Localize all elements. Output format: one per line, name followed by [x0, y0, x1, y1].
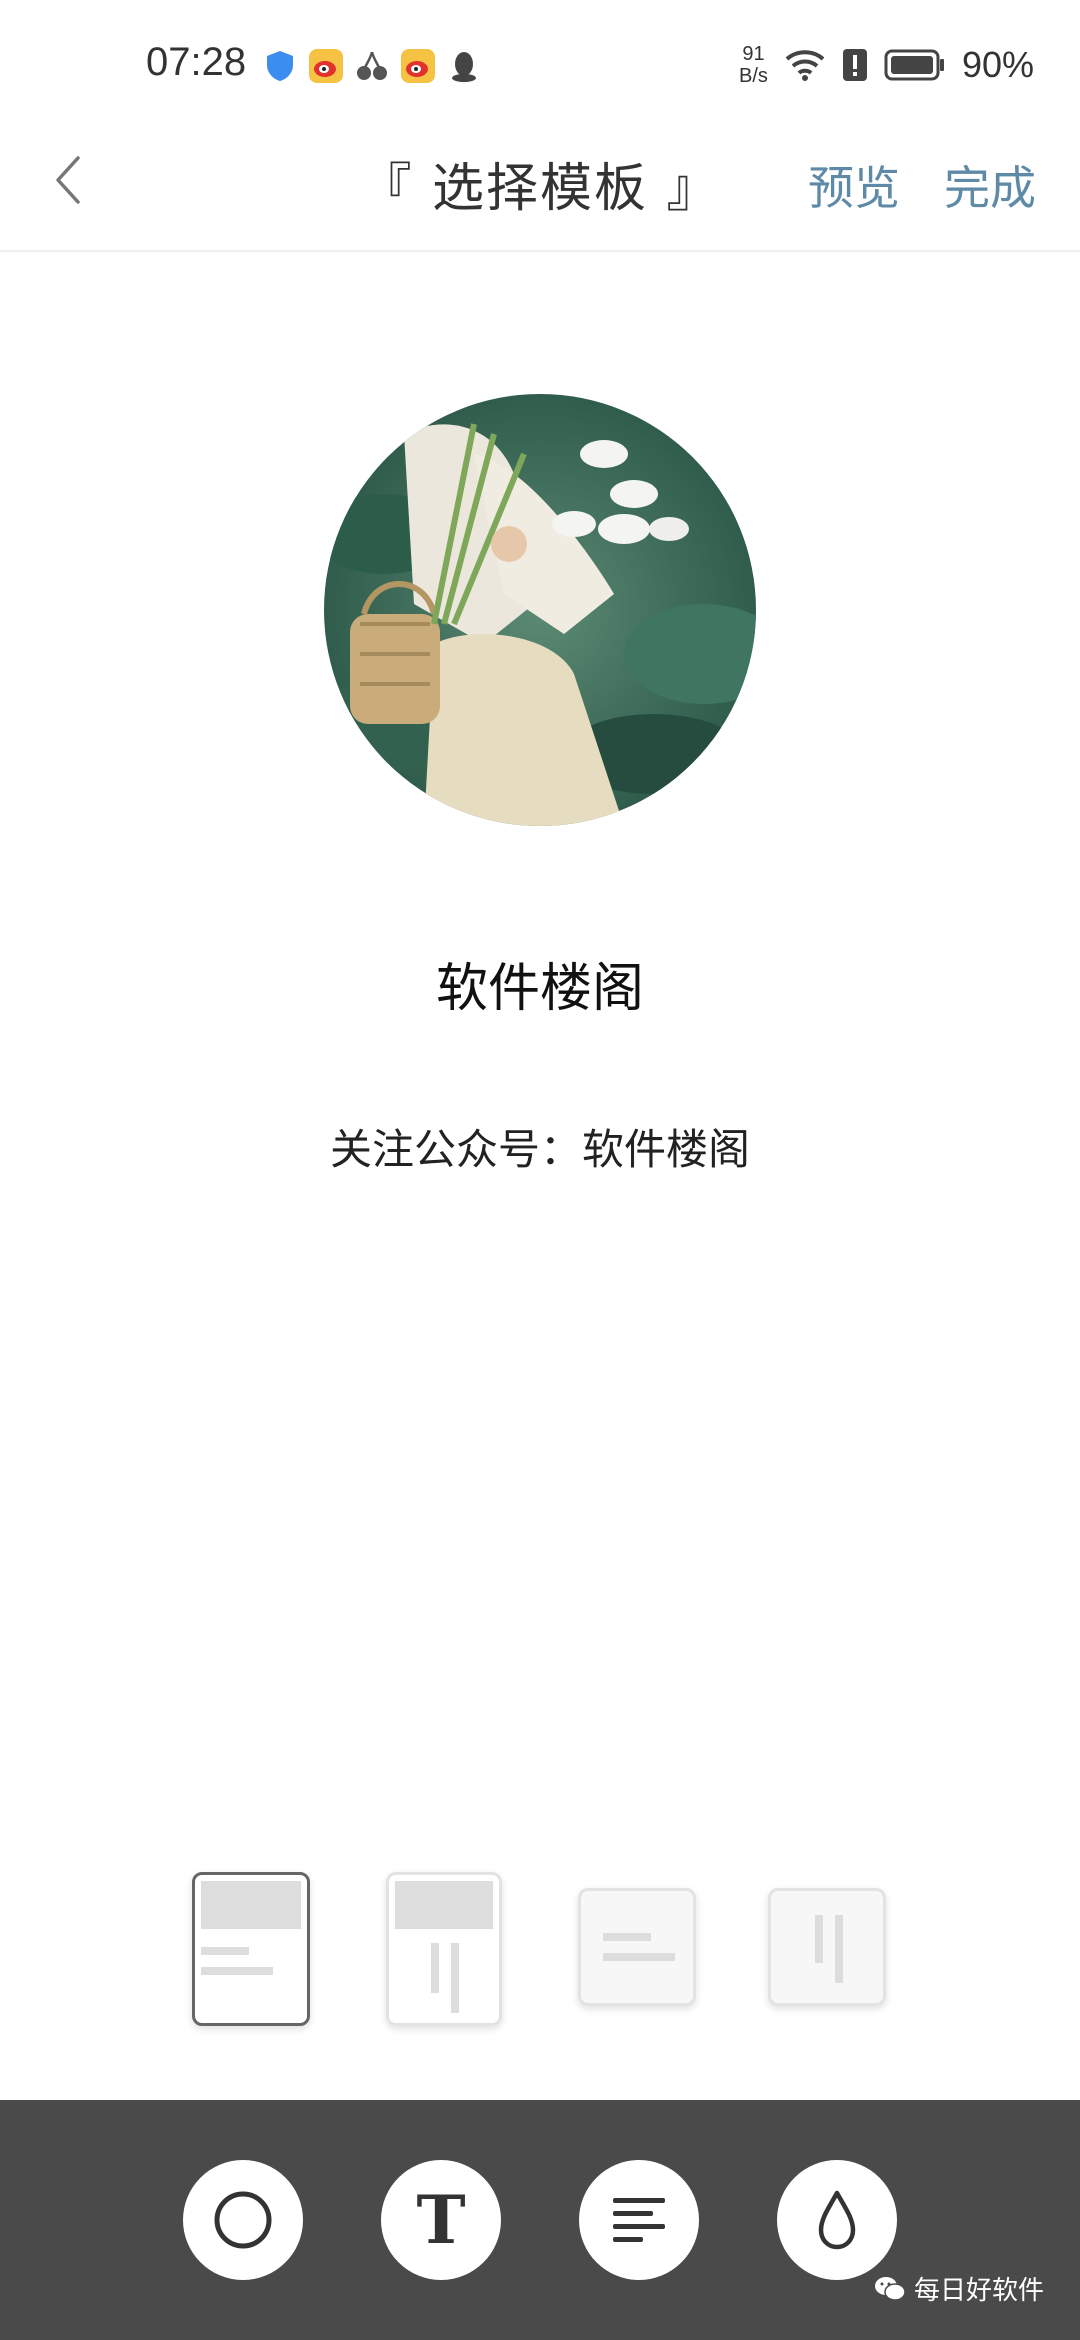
screen: 07:28 91 B/s 90% 『 选择模板 』 预览 完成 软件楼阁 关注公… — [0, 0, 1080, 2340]
template-option-2[interactable] — [386, 1872, 502, 2026]
watermark-text: 每日好软件 — [913, 2276, 1044, 2306]
template-preview-line — [835, 1915, 843, 1983]
profile-name[interactable]: 软件楼阁 — [0, 946, 1080, 1021]
notification-icons — [262, 46, 482, 86]
circle-shape-icon — [214, 2191, 272, 2249]
network-speed-value: 91 — [742, 43, 765, 65]
template-preview-line — [201, 1967, 273, 1975]
status-right: 91 B/s 90% — [739, 40, 1034, 90]
color-tool-button[interactable] — [777, 2160, 897, 2280]
text-style-icon: T — [416, 2181, 466, 2259]
network-speed-unit: B/s — [739, 65, 768, 87]
weibo-icon — [401, 49, 435, 83]
template-preview-block — [395, 1881, 493, 1929]
avatar[interactable] — [324, 394, 756, 826]
status-time: 07:28 — [146, 40, 247, 84]
align-left-icon — [613, 2198, 665, 2242]
page-title: 『 选择模板 』 — [359, 159, 721, 219]
shape-tool-button[interactable] — [183, 2160, 303, 2280]
done-button[interactable]: 完成 — [944, 152, 1036, 218]
battery-percentage: 90% — [961, 44, 1034, 85]
text-style-button[interactable]: T — [381, 2160, 501, 2280]
template-option-4[interactable] — [768, 1888, 886, 2006]
wifi-icon — [785, 50, 825, 81]
watermark: 每日好软件 — [874, 2270, 1044, 2307]
template-preview-line — [201, 1947, 249, 1955]
template-preview-line — [451, 1943, 459, 2013]
template-preview-line — [603, 1933, 651, 1941]
profile-subtitle[interactable]: 关注公众号：软件楼阁 — [0, 1116, 1080, 1177]
color-drop-icon — [818, 2190, 856, 2250]
cherry-icon — [357, 51, 387, 80]
avatar-image — [324, 394, 756, 826]
status-bar: 07:28 91 B/s 90% — [0, 0, 1080, 120]
network-speed: 91 B/s — [739, 43, 768, 87]
template-option-1[interactable] — [192, 1872, 310, 2026]
battery-icon — [884, 49, 944, 81]
preview-button[interactable]: 预览 — [808, 152, 900, 218]
qq-icon — [452, 52, 476, 82]
template-preview-block — [201, 1881, 301, 1929]
align-tool-button[interactable] — [579, 2160, 699, 2280]
template-preview-line — [603, 1953, 675, 1961]
wechat-icon — [874, 2276, 906, 2301]
weibo-icon — [309, 49, 343, 83]
template-option-3[interactable] — [578, 1888, 696, 2006]
header: 『 选择模板 』 预览 完成 — [0, 120, 1080, 252]
template-preview-line — [431, 1943, 439, 1993]
template-preview-line — [815, 1915, 823, 1963]
alert-icon — [842, 49, 867, 81]
shield-icon — [267, 51, 293, 81]
